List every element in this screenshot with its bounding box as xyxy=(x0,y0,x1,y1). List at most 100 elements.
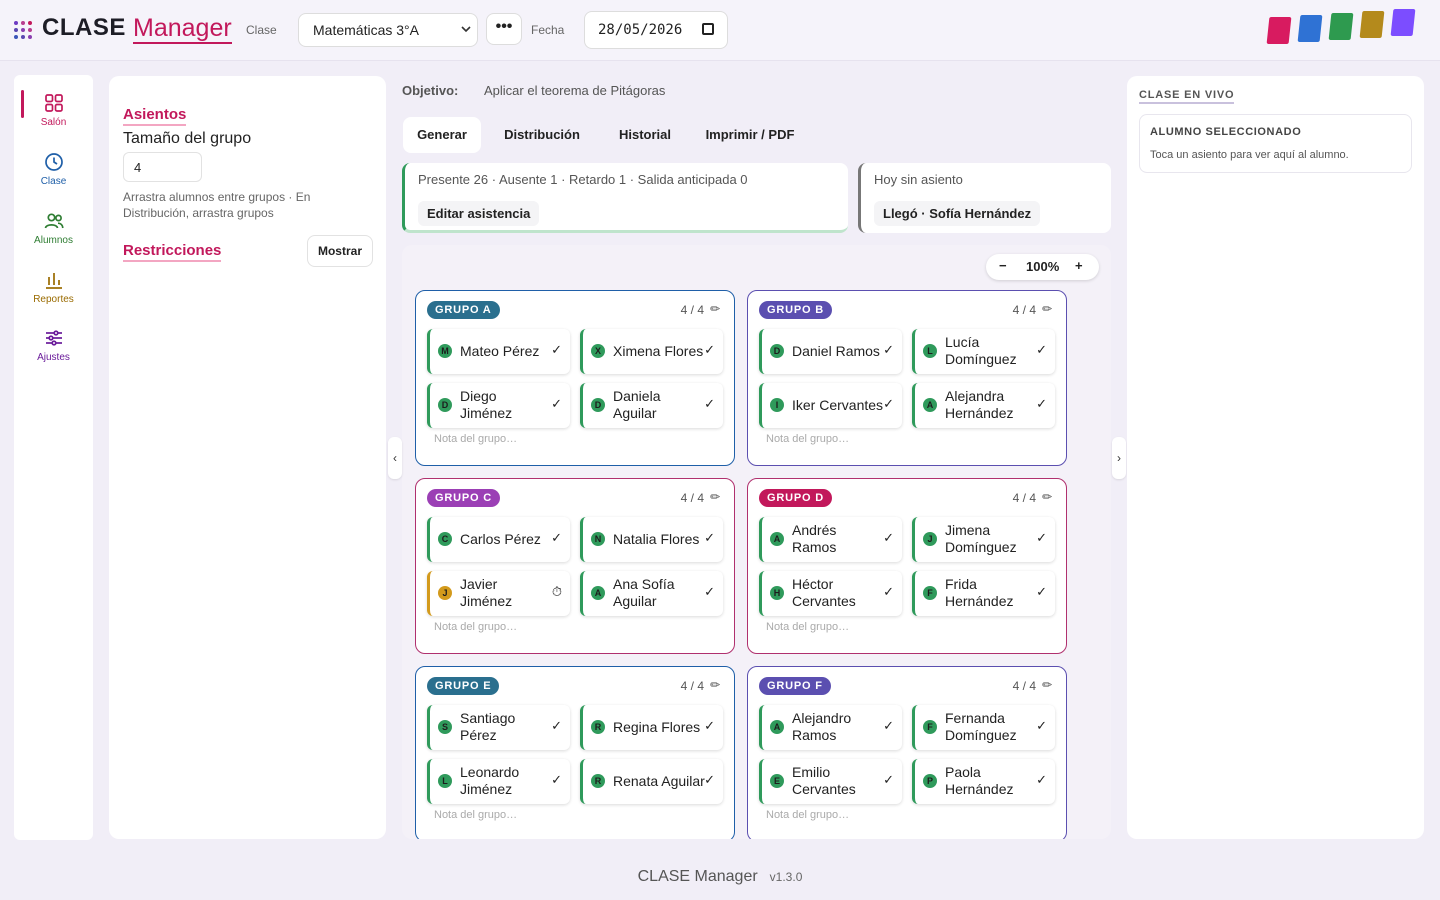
color-swatch[interactable] xyxy=(1359,11,1385,38)
nav-label-clase: Clase xyxy=(40,176,67,187)
student-seat[interactable]: S Santiago Pérez ✓ xyxy=(427,705,570,750)
student-name: Natalia Flores xyxy=(613,530,700,547)
group-count: 4 / 4 xyxy=(680,303,704,317)
group-size-input[interactable]: 4 xyxy=(123,152,202,182)
student-seat[interactable]: L Lucía Domínguez ✓ xyxy=(912,329,1055,374)
edit-group-icon[interactable]: ✏ xyxy=(1042,490,1052,504)
nav-item-clase[interactable]: Clase xyxy=(14,151,93,187)
group-note-input[interactable]: Nota del grupo… xyxy=(766,809,849,821)
student-name: Javier Jiménez xyxy=(460,576,513,609)
seat-group[interactable]: GRUPO F 4 / 4 ✏ A Alejandro Ramos ✓ F Fernanda … xyxy=(747,666,1067,839)
student-seat[interactable]: I Iker Cervantes ✓ xyxy=(759,383,902,428)
seat-group[interactable]: GRUPO C 4 / 4 ✏ C Carlos Pérez ✓ N Natalia Flor… xyxy=(415,478,735,654)
seat-group[interactable]: GRUPO A 4 / 4 ✏ M Mateo Pérez ✓ X Ximena Flores… xyxy=(415,290,735,466)
edit-group-icon[interactable]: ✏ xyxy=(1042,302,1052,316)
nav-item-salon[interactable]: Salón xyxy=(14,92,93,128)
collapse-left-button[interactable]: ‹ xyxy=(388,437,402,479)
student-seat[interactable]: A Andrés Ramos ✓ xyxy=(759,517,902,562)
arrived-student-chip[interactable]: Llegó · Sofía Hernández xyxy=(874,201,1041,226)
edit-group-icon[interactable]: ✏ xyxy=(710,302,720,316)
student-seat[interactable]: P Paola Hernández ✓ xyxy=(912,759,1055,804)
seat-group[interactable]: GRUPO E 4 / 4 ✏ S Santiago Pérez ✓ R Regina Flo… xyxy=(415,666,735,839)
seating-canvas[interactable]: GRUPO A 4 / 4 ✏ M Mateo Pérez ✓ X Ximena Flores… xyxy=(402,245,1111,839)
student-seat[interactable]: N Natalia Flores ✓ xyxy=(580,517,723,562)
student-seat[interactable]: A Alejandra Hernández ✓ xyxy=(912,383,1055,428)
student-seat[interactable]: X Ximena Flores ✓ xyxy=(580,329,723,374)
seat-group[interactable]: GRUPO D 4 / 4 ✏ A Andrés Ramos ✓ J Jimena Domín… xyxy=(747,478,1067,654)
more-options-button[interactable]: ••• xyxy=(486,13,522,45)
color-swatch[interactable] xyxy=(1266,17,1292,44)
tab-imprimir[interactable]: Imprimir / PDF xyxy=(698,117,802,153)
nav-item-ajustes[interactable]: Ajustes xyxy=(14,327,93,363)
check-icon: ✓ xyxy=(551,718,562,733)
student-seat[interactable]: C Carlos Pérez ✓ xyxy=(427,517,570,562)
show-restrictions-button[interactable]: Mostrar xyxy=(307,235,373,267)
student-avatar: I xyxy=(770,398,784,412)
student-seat[interactable]: D Daniela Aguilar ✓ xyxy=(580,383,723,428)
collapse-right-button[interactable]: › xyxy=(1112,437,1126,479)
student-name: Iker Cervantes xyxy=(792,396,884,413)
footer: CLASE Manager v1.3.0 xyxy=(0,868,1440,886)
tab-generar[interactable]: Generar xyxy=(403,117,481,153)
color-swatch[interactable] xyxy=(1297,15,1323,42)
group-count: 4 / 4 xyxy=(1012,491,1036,505)
group-note-input[interactable]: Nota del grupo… xyxy=(434,809,517,821)
group-note-input[interactable]: Nota del grupo… xyxy=(434,433,517,445)
check-icon: ✓ xyxy=(704,342,715,357)
student-seat[interactable]: R Regina Flores ✓ xyxy=(580,705,723,750)
group-note-input[interactable]: Nota del grupo… xyxy=(766,621,849,633)
group-note-input[interactable]: Nota del grupo… xyxy=(434,621,517,633)
student-seat[interactable]: F Frida Hernández ✓ xyxy=(912,571,1055,616)
student-name: Jimena Domínguez xyxy=(945,522,1017,555)
tab-historial[interactable]: Historial xyxy=(608,117,682,153)
zoom-out-button[interactable]: − xyxy=(999,258,1007,273)
student-seat[interactable]: E Emilio Cervantes ✓ xyxy=(759,759,902,804)
student-seat[interactable]: H Héctor Cervantes ✓ xyxy=(759,571,902,616)
check-icon: ✓ xyxy=(704,396,715,411)
edit-attendance-button[interactable]: Editar asistencia xyxy=(418,201,540,226)
edit-group-icon[interactable]: ✏ xyxy=(1042,678,1052,692)
student-seat[interactable]: D Daniel Ramos ✓ xyxy=(759,329,902,374)
check-icon: ✓ xyxy=(1036,772,1047,787)
nav-item-reportes[interactable]: Reportes xyxy=(14,269,93,305)
student-avatar: M xyxy=(438,344,452,358)
student-seat[interactable]: L Leonardo Jiménez ✓ xyxy=(427,759,570,804)
color-swatch[interactable] xyxy=(1328,13,1354,40)
timer-icon: ⏱ xyxy=(551,584,562,599)
footer-app-name: CLASE Manager xyxy=(637,868,758,885)
check-icon: ✓ xyxy=(1036,584,1047,599)
student-seat[interactable]: R Renata Aguilar ✓ xyxy=(580,759,723,804)
group-count: 4 / 4 xyxy=(1012,303,1036,317)
student-avatar: A xyxy=(770,720,784,734)
student-avatar: D xyxy=(438,398,452,412)
selected-student-hint: Toca un asiento para ver aquí al alumno. xyxy=(1150,149,1349,161)
seat-group[interactable]: GRUPO B4 / 4 ✏ D Daniel Ramos ✓ L Lucía Domíng… xyxy=(747,290,1067,466)
student-name: Santiago Pérez xyxy=(460,710,516,743)
group-note-input[interactable]: Nota del grupo… xyxy=(766,433,849,445)
student-name: Alejandra Hernández xyxy=(945,388,1014,421)
zoom-in-button[interactable]: + xyxy=(1075,258,1083,273)
student-seat[interactable]: M Mateo Pérez ✓ xyxy=(427,329,570,374)
nav-item-alumnos[interactable]: Alumnos xyxy=(14,210,93,246)
student-seat[interactable]: A Alejandro Ramos ✓ xyxy=(759,705,902,750)
student-seat[interactable]: J Jimena Domínguez ✓ xyxy=(912,517,1055,562)
student-avatar: A xyxy=(770,532,784,546)
group-count: 4 / 4 xyxy=(1012,679,1036,693)
selected-student-title: ALUMNO SELECCIONADO xyxy=(1150,126,1302,138)
student-seat[interactable]: D Diego Jiménez ✓ xyxy=(427,383,570,428)
seats-title: Asientos xyxy=(123,106,187,126)
calendar-icon[interactable] xyxy=(702,23,714,35)
student-name: Regina Flores xyxy=(613,718,701,735)
edit-group-icon[interactable]: ✏ xyxy=(710,490,720,504)
nav-label-alumnos: Alumnos xyxy=(34,235,73,246)
student-seat[interactable]: F Fernanda Domínguez ✓ xyxy=(912,705,1055,750)
color-swatch[interactable] xyxy=(1390,9,1416,36)
group-badge: GRUPO D xyxy=(759,489,832,507)
edit-group-icon[interactable]: ✏ xyxy=(710,678,720,692)
class-select[interactable]: Matemáticas 3°A xyxy=(298,13,478,47)
student-seat[interactable]: J Javier Jiménez ⏱ xyxy=(427,571,570,616)
tab-distribucion[interactable]: Distribución xyxy=(494,117,590,153)
check-icon: ✓ xyxy=(883,530,894,545)
date-input[interactable]: 28/05/2026 xyxy=(584,11,728,49)
student-seat[interactable]: A Ana Sofía Aguilar ✓ xyxy=(580,571,723,616)
